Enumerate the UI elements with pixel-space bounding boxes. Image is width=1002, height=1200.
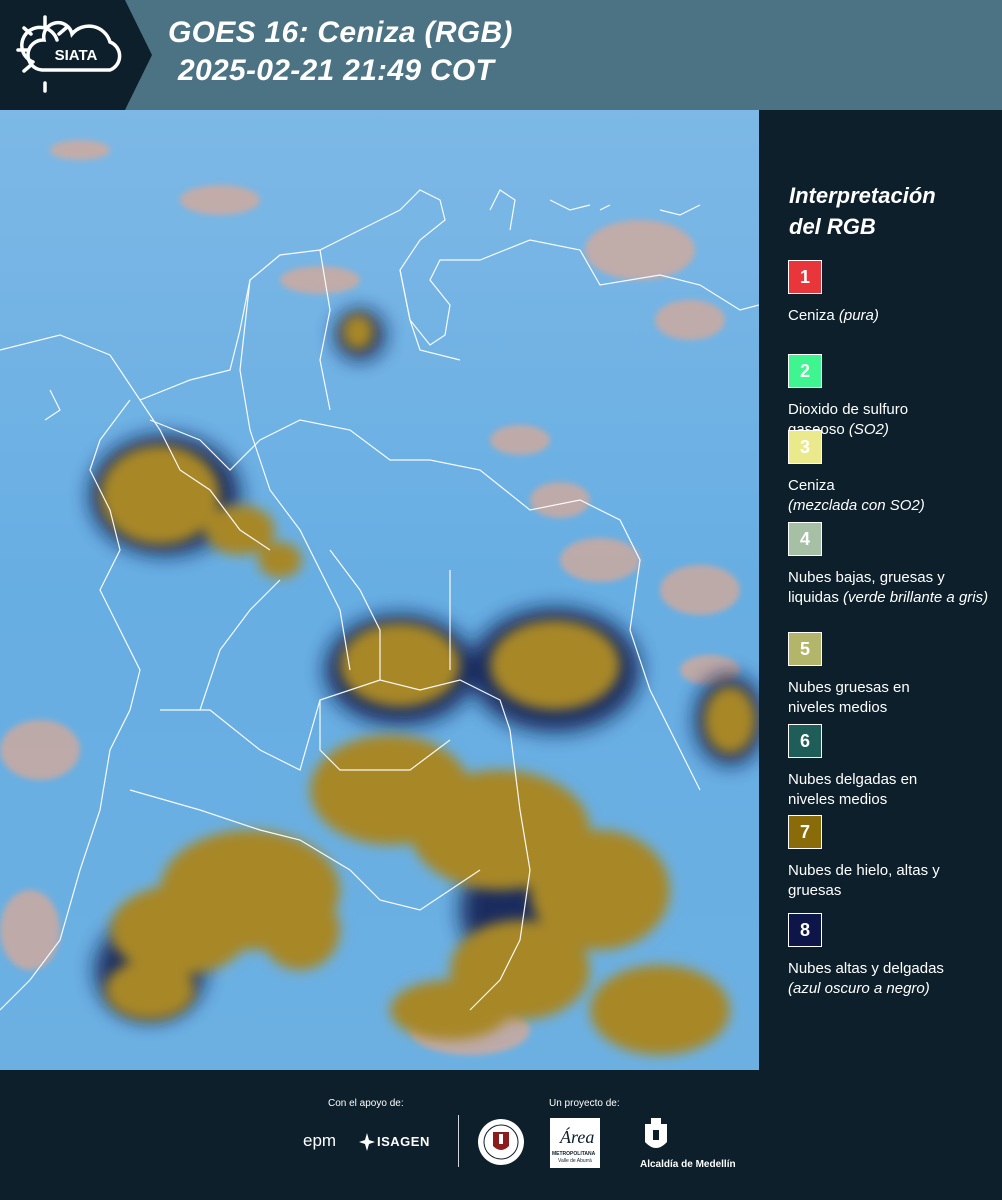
legend-label: Nubes delgadas en niveles medios: [788, 770, 993, 810]
legend-label: Nubes bajas, gruesas y liquidas (verde br…: [788, 568, 993, 608]
legend-label-line1: Ceniza: [788, 477, 835, 494]
legend-item: 8 Nubes altas y delgadas (azul oscuro a ne…: [788, 913, 993, 999]
legend-swatch: 7: [788, 815, 822, 849]
legend-label-line2: niveles medios: [788, 791, 888, 808]
legend-label-note: (azul oscuro a negro): [788, 980, 930, 997]
siata-logo: SIATA: [0, 0, 152, 110]
legend-label: Nubes de hielo, altas y gruesas: [788, 861, 993, 901]
legend-label-line1: Nubes altas y delgadas: [788, 960, 944, 977]
legend-swatch: 1: [788, 260, 822, 294]
legend-label-line1: Nubes gruesas en: [788, 679, 910, 696]
legend-label-line1: Nubes delgadas en: [788, 771, 918, 788]
alcaldia-label: Alcaldía de Medellín: [640, 1159, 736, 1170]
legend-label-line2: liquidas (verde brillante a gris): [788, 589, 989, 606]
legend-swatch: 5: [788, 632, 822, 666]
legend-heading-line2: del RGB: [789, 214, 876, 239]
isagen-logo: ISAGEN: [359, 1132, 439, 1152]
title-product: GOES 16: Ceniza (RGB): [168, 16, 513, 49]
support-label: Con el apoyo de:: [328, 1098, 404, 1109]
medellin-seal-logo: [477, 1118, 525, 1166]
legend-label: Ceniza (pura): [788, 306, 993, 326]
legend-item: 3 Ceniza (mezclada con SO2): [788, 430, 993, 516]
legend-heading: Interpretación del RGB: [789, 180, 936, 242]
svg-text:SIATA: SIATA: [55, 47, 98, 64]
legend-item: 1 Ceniza (pura): [788, 260, 993, 326]
legend-label-line1: Ceniza (pura): [788, 307, 879, 324]
legend-label-line1: Nubes de hielo, altas y: [788, 862, 940, 879]
legend-swatch: 2: [788, 354, 822, 388]
legend-swatch: 3: [788, 430, 822, 464]
alcaldia-shield-icon: [643, 1118, 669, 1156]
legend-swatch: 4: [788, 522, 822, 556]
legend-panel: Interpretación del RGB 1 Ceniza (pura) 2 Di…: [759, 110, 1002, 1070]
legend-label-line2: gruesas: [788, 882, 842, 899]
footer: Con el apoyo de: Un proyecto de: epm ISA…: [0, 1070, 1002, 1200]
project-label: Un proyecto de:: [549, 1098, 620, 1109]
legend-label-note: (pura): [838, 307, 879, 324]
legend-label-line1: Nubes bajas, gruesas y: [788, 569, 945, 586]
legend-label-note: (mezclada con SO2): [788, 497, 925, 514]
legend-heading-line1: Interpretación: [789, 183, 936, 208]
legend-label: Nubes altas y delgadas (azul oscuro a neg…: [788, 959, 993, 999]
title-timestamp: 2025-02-21 21:49 COT: [178, 54, 495, 87]
epm-logo: epm: [303, 1131, 337, 1150]
legend-item: 2Dioxido de sulfurogaseoso (SO2): [788, 354, 993, 440]
legend-swatch: 8: [788, 913, 822, 947]
legend-label-line2: niveles medios: [788, 699, 888, 716]
legend-item: 4 Nubes bajas, gruesas y liquidas (verde b…: [788, 522, 993, 608]
legend-label: Nubes gruesas en niveles medios: [788, 678, 993, 718]
legend-label-note: (verde brillante a gris): [843, 589, 989, 606]
legend-item: 6 Nubes delgadas en niveles medios: [788, 724, 993, 810]
header-bar: SIATA GOES 16: Ceniza (RGB) 2025-02-21 2…: [0, 0, 1002, 110]
legend-label-line1: Dioxido de sulfuro: [788, 401, 909, 418]
page-title: GOES 16: Ceniza (RGB) 2025-02-21 21:49 C…: [168, 14, 513, 90]
satellite-map: [0, 110, 759, 1070]
footer-divider: [458, 1115, 459, 1167]
legend-item: 5 Nubes gruesas en niveles medios: [788, 632, 993, 718]
legend-swatch: 6: [788, 724, 822, 758]
legend-item: 7 Nubes de hielo, altas y gruesas: [788, 815, 993, 901]
legend-label: Ceniza (mezclada con SO2): [788, 476, 993, 516]
area-metropolitana-logo: Área METROPOLITANA Valle de Aburrá: [550, 1118, 600, 1168]
